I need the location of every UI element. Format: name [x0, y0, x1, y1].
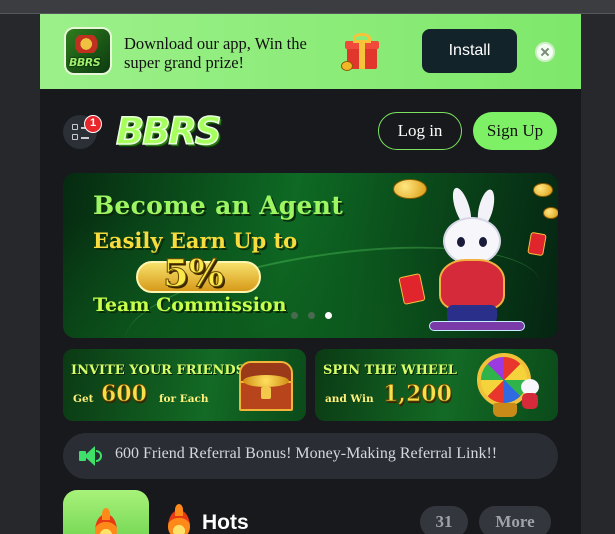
fire-icon — [168, 504, 190, 534]
carousel-dot[interactable] — [308, 312, 315, 319]
speaker-icon — [79, 445, 103, 467]
announcement-text: 600 Friend Referral Bonus! Money-Making … — [115, 445, 498, 462]
spin-card-prefix: and Win — [325, 393, 374, 405]
invite-friends-card[interactable]: INVITE YOUR FRIENDS Get 600 for Each — [63, 349, 306, 421]
brand-logo[interactable]: BBRS — [115, 109, 222, 154]
install-button[interactable]: Install — [422, 29, 517, 73]
invite-card-title: INVITE YOUR FRIENDS — [71, 363, 246, 378]
app-frame: BBRS Download our app, Win the super gra… — [40, 14, 581, 534]
close-icon[interactable] — [535, 42, 555, 62]
download-banner: BBRS Download our app, Win the super gra… — [40, 14, 581, 89]
spin-card-amount: 1,200 — [383, 381, 453, 408]
app-icon: BBRS — [64, 27, 112, 75]
hero-percent: 5% — [163, 251, 225, 296]
section-title: Hots — [202, 511, 249, 534]
rabbit-mascot-illustration — [398, 185, 547, 337]
prize-wheel-stand — [493, 403, 517, 417]
hero-banner[interactable]: Become an Agent Easily Earn Up to 5% Tea… — [63, 173, 558, 338]
signup-button[interactable]: Sign Up — [473, 112, 557, 150]
rabbit-mascot-icon — [519, 375, 543, 413]
game-count-badge: 31 — [420, 506, 468, 534]
notification-badge: 1 — [84, 115, 102, 133]
app-icon-label: BBRS — [69, 56, 101, 69]
carousel-dot-active[interactable] — [325, 312, 332, 319]
invite-card-suffix: for Each — [159, 393, 209, 405]
more-button[interactable]: More — [479, 506, 551, 534]
announcement-marquee[interactable]: 600 Friend Referral Bonus! Money-Making … — [63, 433, 558, 479]
hero-headline: Become an Agent — [93, 191, 344, 220]
spin-card-title: SPIN THE WHEEL — [323, 363, 457, 378]
download-banner-text: Download our app, Win the super grand pr… — [124, 34, 307, 72]
invite-card-prefix: Get — [73, 393, 94, 405]
hero-subheadline: Easily Earn Up to — [93, 228, 298, 253]
gift-icon — [341, 31, 385, 71]
hero-caption: Team Commission — [93, 294, 287, 316]
invite-card-amount: 600 — [101, 381, 148, 408]
treasure-chest-icon — [235, 357, 297, 417]
coin-icon — [393, 179, 427, 199]
carousel-dot[interactable] — [291, 312, 298, 319]
browser-top-strip — [0, 0, 615, 14]
coin-icon — [543, 207, 558, 219]
fire-icon — [95, 508, 117, 534]
hots-category-tile[interactable] — [63, 490, 149, 534]
spin-wheel-card[interactable]: SPIN THE WHEEL and Win 1,200 — [315, 349, 558, 421]
login-button[interactable]: Log in — [378, 112, 462, 150]
app-icon-art — [75, 35, 103, 53]
